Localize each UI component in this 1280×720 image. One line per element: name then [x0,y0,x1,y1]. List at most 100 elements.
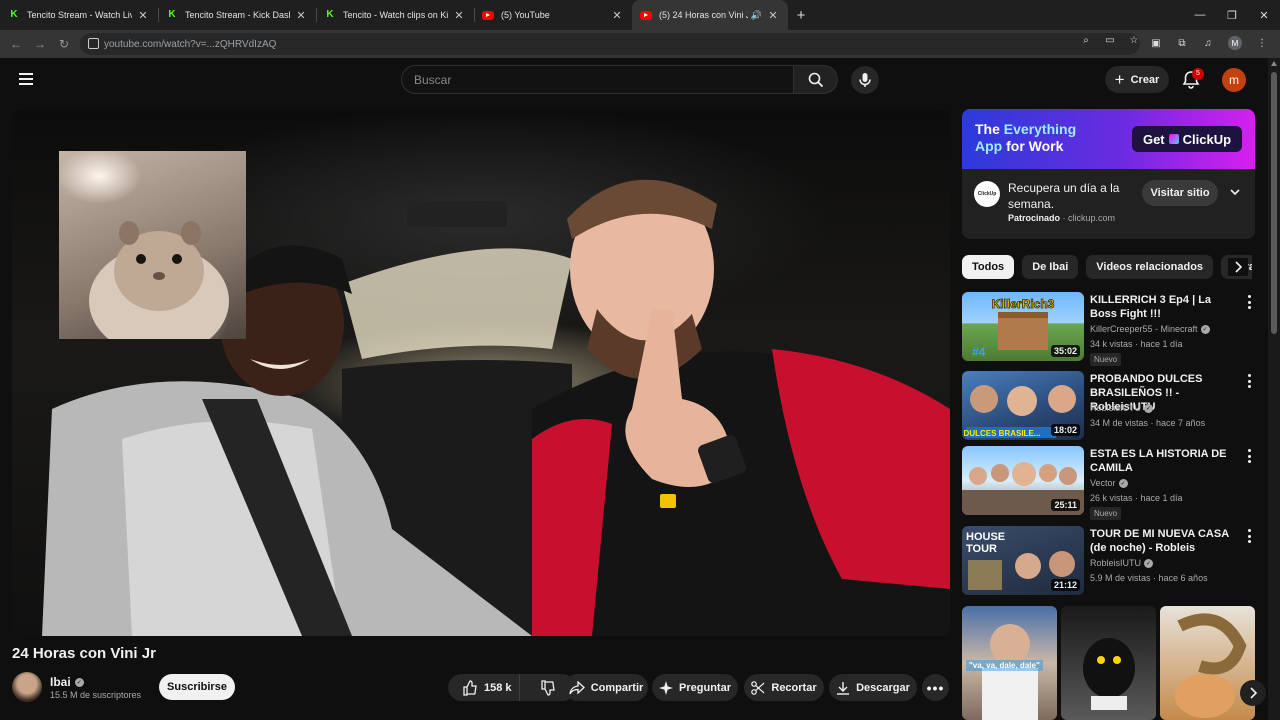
search-input[interactable]: Buscar [401,65,794,94]
minimize-icon[interactable]: — [1184,0,1216,30]
view-count: 34 k vistas [1090,339,1133,349]
video-title: 24 Horas con Vini Jr [12,645,156,662]
create-button[interactable]: + Crear [1105,66,1169,93]
browser-profile-icon[interactable]: M [1228,36,1242,50]
close-icon[interactable]: ✕ [136,9,150,22]
reload-icon[interactable]: ↻ [52,37,76,51]
like-button[interactable]: 158 k [448,674,520,701]
microphone-icon [859,73,871,87]
chevron-right-icon [1235,261,1243,273]
subscribe-button[interactable]: Suscribirse [159,674,235,700]
video-meta: 5.9 M de vistas · hace 6 años [1090,573,1208,583]
video-title[interactable]: ESTA ES LA HISTORIA DE CAMILA [1090,447,1238,475]
kick-icon: K [10,9,18,20]
restore-icon[interactable]: ❐ [1216,0,1248,30]
visit-site-button[interactable]: Visitar sitio [1142,180,1218,206]
speaker-icon[interactable]: 🔊 [751,10,762,21]
site-info-icon[interactable] [88,38,99,49]
chip-related[interactable]: Videos relacionados [1086,255,1214,279]
chevron-down-icon[interactable] [1228,185,1242,199]
video-player[interactable] [12,109,950,636]
video-channel[interactable]: KillerCreeper55 - Minecraft ✓ [1090,324,1210,334]
short-thumbnail[interactable] [1160,606,1255,720]
user-avatar[interactable]: m [1222,68,1246,92]
share-button[interactable]: Compartir [564,674,648,701]
more-actions-button[interactable]: ••• [922,674,949,701]
channel-avatar[interactable] [12,672,42,702]
forward-arrow-icon[interactable]: → [28,37,52,51]
cast-icon[interactable]: ▭ [1104,35,1116,46]
search-placeholder: Buscar [414,72,452,87]
browser-tab-active[interactable]: (5) 24 Horas con Vini Jr - YouTube 🔊 ✕ [632,0,788,30]
scrollbar-thumb[interactable] [1271,72,1277,334]
chip-all[interactable]: Todos [962,255,1015,279]
video-title[interactable]: KILLERRICH 3 Ep4 | La Boss Fight !!! [1090,293,1238,321]
more-vertical-icon[interactable] [1246,529,1252,543]
close-icon[interactable]: ✕ [294,9,308,22]
view-count: 5.9 M de vistas [1090,573,1151,583]
close-icon[interactable]: ✕ [452,9,466,22]
video-channel[interactable]: RobleisIUTU ✓ [1090,403,1154,413]
zoom-icon[interactable]: ⌕ [1080,35,1092,46]
video-channel[interactable]: RobleisIUTU ✓ [1090,558,1154,568]
ad-cta-button[interactable]: Get ClickUp [1132,126,1242,152]
recommended-video[interactable]: 25:11 ESTA ES LA HISTORIA DE CAMILA Vect… [962,446,1262,520]
hamburger-menu-icon[interactable] [14,70,38,90]
recommended-video[interactable]: DULCES BRASILE... 18:02 PROBANDO DULCES … [962,371,1262,441]
browser-tab[interactable]: (5) YouTube ✕ [474,0,632,30]
svg-text:DULCES BRASILE...: DULCES BRASILE... [964,429,1041,438]
translate-icon[interactable]: ▣ [1150,38,1162,49]
like-count: 158 k [484,681,512,694]
search-icon [808,72,823,87]
more-vertical-icon[interactable] [1246,374,1252,388]
scroll-up-arrow-icon[interactable] [1271,61,1277,66]
video-thumbnail[interactable]: HOUSE TOUR 21:12 [962,526,1084,595]
address-bar[interactable]: youtube.com/watch?v=...zQHRVdIzAQ [80,33,1140,55]
upload-age: hace 6 años [1158,573,1208,583]
channel-name-text: RobleisIUTU [1090,403,1142,413]
search-button[interactable] [794,65,838,94]
more-vertical-icon[interactable] [1246,295,1252,309]
video-channel[interactable]: Vector ✓ [1090,478,1128,488]
browser-tab[interactable]: K Tencito Stream - Watch Live on Kick ✕ [0,0,158,30]
bookmark-star-icon[interactable]: ☆ [1128,35,1140,46]
media-control-icon[interactable]: ♫ [1202,38,1214,49]
download-button[interactable]: Descargar [829,674,917,701]
more-vertical-icon[interactable] [1246,449,1252,463]
kick-icon: K [326,9,334,20]
extensions-puzzle-icon[interactable]: ⧉ [1176,38,1188,49]
browser-menu-icon[interactable]: ⋮ [1256,38,1268,49]
page-scrollbar[interactable] [1268,58,1280,720]
shorts-shelf: "va, va, dale, dale" [962,606,1255,720]
channel-name-text: Ibai [50,675,71,689]
download-icon [837,681,850,695]
create-label: Crear [1130,73,1160,86]
video-thumbnail[interactable]: 25:11 [962,446,1084,515]
chip-from-channel[interactable]: De Ibai [1022,255,1079,279]
subscriber-count: 15.5 M de suscriptores [50,690,142,700]
short-thumbnail[interactable]: "va, va, dale, dale" [962,606,1057,720]
ad-banner[interactable]: The Everything App for Work Get ClickUp [962,109,1255,169]
video-thumbnail[interactable]: DULCES BRASILE... 18:02 [962,371,1084,440]
recommended-video[interactable]: HOUSE TOUR 21:12 TOUR DE MI NUEVA CASA (… [962,526,1262,596]
voice-search-button[interactable] [851,66,879,94]
shorts-next-button[interactable] [1240,680,1266,706]
share-label: Compartir [590,681,644,694]
youtube-icon [640,10,652,20]
short-thumbnail[interactable] [1061,606,1156,720]
browser-tab[interactable]: K Tencito Stream - Kick Dashboard ✕ [158,0,316,30]
video-thumbnail[interactable]: KillerRich3 #4 35:02 [962,292,1084,361]
ask-button[interactable]: Preguntar [652,674,738,701]
back-arrow-icon[interactable]: ← [4,37,28,51]
chips-next-button[interactable] [1228,258,1248,276]
close-icon[interactable]: ✕ [766,9,780,22]
clip-button[interactable]: Recortar [744,674,824,701]
advertiser-logo[interactable]: ClickUp [974,181,1000,207]
browser-tab[interactable]: K Tencito - Watch clips on Kick ✕ [316,0,474,30]
close-icon[interactable]: ✕ [610,9,624,22]
channel-name[interactable]: Ibai ✓ [50,675,84,689]
recommended-video[interactable]: KillerRich3 #4 35:02 KILLERRICH 3 Ep4 | … [962,292,1262,366]
window-close-icon[interactable]: ✕ [1248,0,1280,30]
video-title[interactable]: TOUR DE MI NUEVA CASA (de noche) - Roble… [1090,527,1238,555]
new-tab-button[interactable]: + [788,7,814,24]
